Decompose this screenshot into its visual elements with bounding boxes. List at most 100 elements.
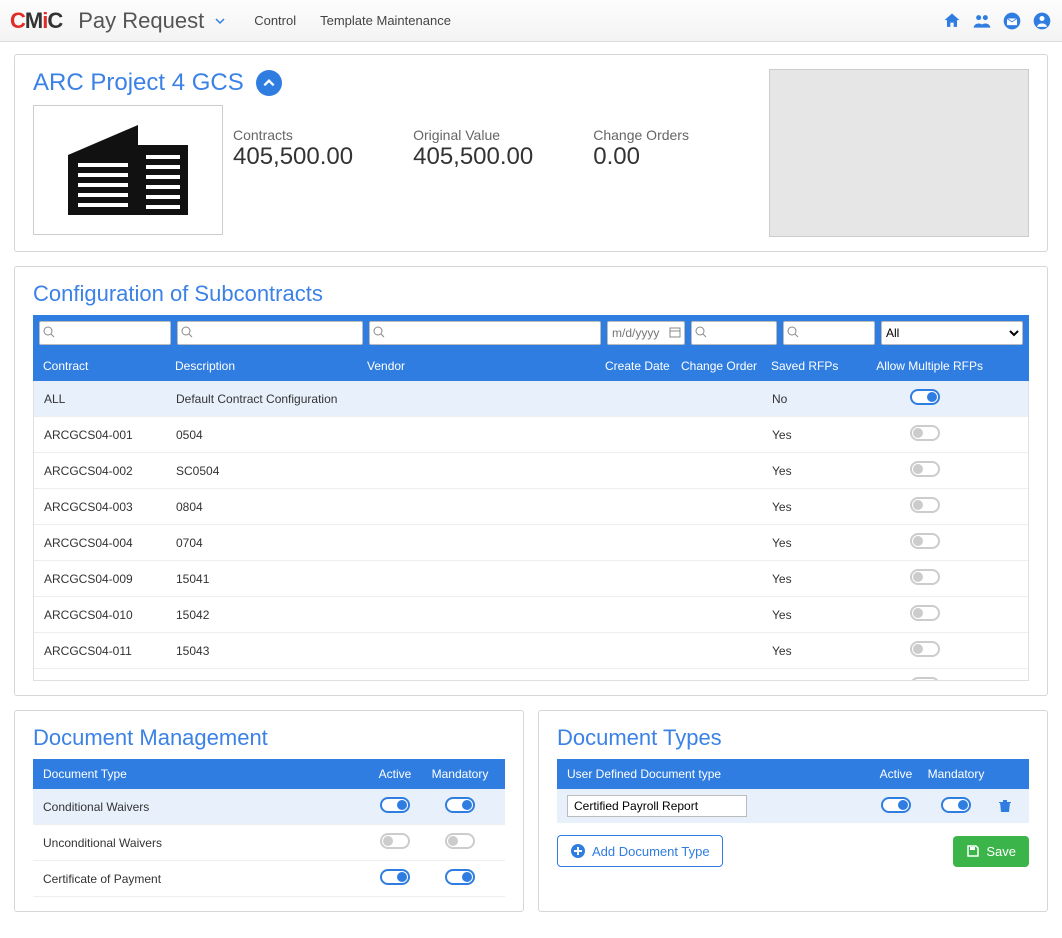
table-row[interactable]: ARCGCS04-0010504Yes <box>34 417 1028 453</box>
list-item[interactable] <box>557 789 1029 823</box>
col-vendor[interactable]: Vendor <box>363 359 601 373</box>
home-icon[interactable] <box>942 11 962 31</box>
toggle-switch[interactable] <box>910 461 940 477</box>
toggle-switch[interactable] <box>380 869 410 885</box>
cell-saved-rfps: Yes <box>768 428 864 442</box>
filter-saved-rfps-input[interactable] <box>783 321 875 345</box>
cell-description: 0804 <box>172 500 364 514</box>
collapse-button[interactable] <box>256 70 282 96</box>
user-profile-icon[interactable] <box>1032 11 1052 31</box>
chevron-up-icon <box>262 76 276 90</box>
col-active: Active <box>871 767 921 781</box>
cell-allow-toggle <box>864 497 1022 516</box>
col-change-order[interactable]: Change Order <box>677 359 767 373</box>
filter-allow-select[interactable]: All <box>881 321 1023 345</box>
table-row[interactable]: ARCGCS04-01215044Yes <box>34 669 1028 681</box>
cell-saved-rfps: Yes <box>768 536 864 550</box>
filter-description-input[interactable] <box>177 321 363 345</box>
toggle-switch[interactable] <box>910 605 940 621</box>
col-description[interactable]: Description <box>171 359 363 373</box>
add-document-type-button[interactable]: Add Document Type <box>557 835 723 867</box>
stat-original-value: Original Value 405,500.00 <box>413 127 533 171</box>
toggle-switch[interactable] <box>881 797 911 813</box>
col-contract[interactable]: Contract <box>39 359 171 373</box>
doc-mgmt-header: Document Type Active Mandatory <box>33 759 505 789</box>
toggle-switch[interactable] <box>910 425 940 441</box>
cell-contract: ARCGCS04-011 <box>40 644 172 658</box>
cell-contract: ARCGCS04-001 <box>40 428 172 442</box>
cell-allow-toggle <box>864 677 1022 681</box>
col-mandatory: Mandatory <box>425 767 495 781</box>
menu-bar: Control Template Maintenance <box>254 13 451 28</box>
document-management-title: Document Management <box>33 725 505 751</box>
filter-vendor-input[interactable] <box>369 321 601 345</box>
list-item[interactable]: Unconditional Waivers <box>33 825 505 861</box>
menu-control[interactable]: Control <box>254 13 296 28</box>
cell-contract: ARCGCS04-004 <box>40 536 172 550</box>
table-row[interactable]: ARCGCS04-01115043Yes <box>34 633 1028 669</box>
menu-template-maintenance[interactable]: Template Maintenance <box>320 13 451 28</box>
table-row[interactable]: ARCGCS04-0030804Yes <box>34 489 1028 525</box>
cell-description: SC0504 <box>172 464 364 478</box>
subcontracts-filter-row: All <box>33 315 1029 351</box>
project-image <box>33 105 223 235</box>
subcontracts-body[interactable]: ALLDefault Contract ConfigurationNoARCGC… <box>33 381 1029 681</box>
stat-change-orders: Change Orders 0.00 <box>593 127 689 171</box>
cell-contract: ARCGCS04-010 <box>40 608 172 622</box>
toggle-switch[interactable] <box>910 641 940 657</box>
delete-button[interactable] <box>997 801 1013 816</box>
toggle-switch[interactable] <box>910 677 940 681</box>
cell-contract: ARCGCS04-003 <box>40 500 172 514</box>
top-bar: CMiC Pay Request Control Template Mainte… <box>0 0 1062 42</box>
users-icon[interactable] <box>972 11 992 31</box>
trash-icon <box>997 797 1013 813</box>
app-title-dropdown[interactable]: Pay Request <box>78 8 226 34</box>
list-item[interactable]: Conditional Waivers <box>33 789 505 825</box>
mail-icon[interactable] <box>1002 11 1022 31</box>
toggle-switch[interactable] <box>910 497 940 513</box>
cell-allow-toggle <box>864 605 1022 624</box>
calendar-icon[interactable] <box>669 326 681 338</box>
toggle-switch[interactable] <box>445 869 475 885</box>
filter-change-order-input[interactable] <box>691 321 777 345</box>
cell-allow-toggle <box>864 389 1022 408</box>
table-row[interactable]: ARCGCS04-01015042 Yes <box>34 597 1028 633</box>
col-allow-multiple[interactable]: Allow Multiple RFPs <box>863 359 1023 373</box>
cell-saved-rfps: Yes <box>768 644 864 658</box>
cell-allow-toggle <box>864 461 1022 480</box>
save-button[interactable]: Save <box>953 836 1029 867</box>
cell-description: 0704 <box>172 536 364 550</box>
brand-logo: CMiC <box>10 8 62 34</box>
col-user-defined-doc-type: User Defined Document type <box>567 767 871 781</box>
toggle-switch[interactable] <box>445 833 475 849</box>
document-types-title: Document Types <box>557 725 1029 751</box>
save-icon <box>966 844 980 858</box>
toggle-switch[interactable] <box>380 797 410 813</box>
col-saved-rfps[interactable]: Saved RFPs <box>767 359 863 373</box>
table-row[interactable]: ARCGCS04-00915041Yes <box>34 561 1028 597</box>
list-item[interactable]: Certificate of Payment <box>33 861 505 897</box>
cell-saved-rfps: Yes <box>768 572 864 586</box>
table-row[interactable]: ARCGCS04-002SC0504Yes <box>34 453 1028 489</box>
toggle-switch[interactable] <box>380 833 410 849</box>
col-create-date[interactable]: Create Date <box>601 359 677 373</box>
doc-type-name-input[interactable] <box>567 795 747 817</box>
cell-description: 15042 <box>172 608 364 622</box>
toggle-switch[interactable] <box>910 389 940 405</box>
toggle-switch[interactable] <box>941 797 971 813</box>
table-row[interactable]: ALLDefault Contract ConfigurationNo <box>34 381 1028 417</box>
col-doc-type: Document Type <box>43 767 365 781</box>
col-active: Active <box>365 767 425 781</box>
toggle-switch[interactable] <box>910 533 940 549</box>
cell-saved-rfps: No <box>768 392 864 406</box>
project-stats: Contracts 405,500.00 Original Value 405,… <box>233 105 689 171</box>
cell-doc-type: Unconditional Waivers <box>43 836 365 850</box>
cell-saved-rfps: Yes <box>768 608 864 622</box>
cell-saved-rfps: Yes <box>768 680 864 682</box>
doc-mgmt-body: Conditional Waivers Unconditional Waivers… <box>33 789 505 897</box>
toggle-switch[interactable] <box>910 569 940 585</box>
table-row[interactable]: ARCGCS04-0040704 Yes <box>34 525 1028 561</box>
subcontracts-title: Configuration of Subcontracts <box>33 281 1029 307</box>
filter-contract-input[interactable] <box>39 321 171 345</box>
toggle-switch[interactable] <box>445 797 475 813</box>
